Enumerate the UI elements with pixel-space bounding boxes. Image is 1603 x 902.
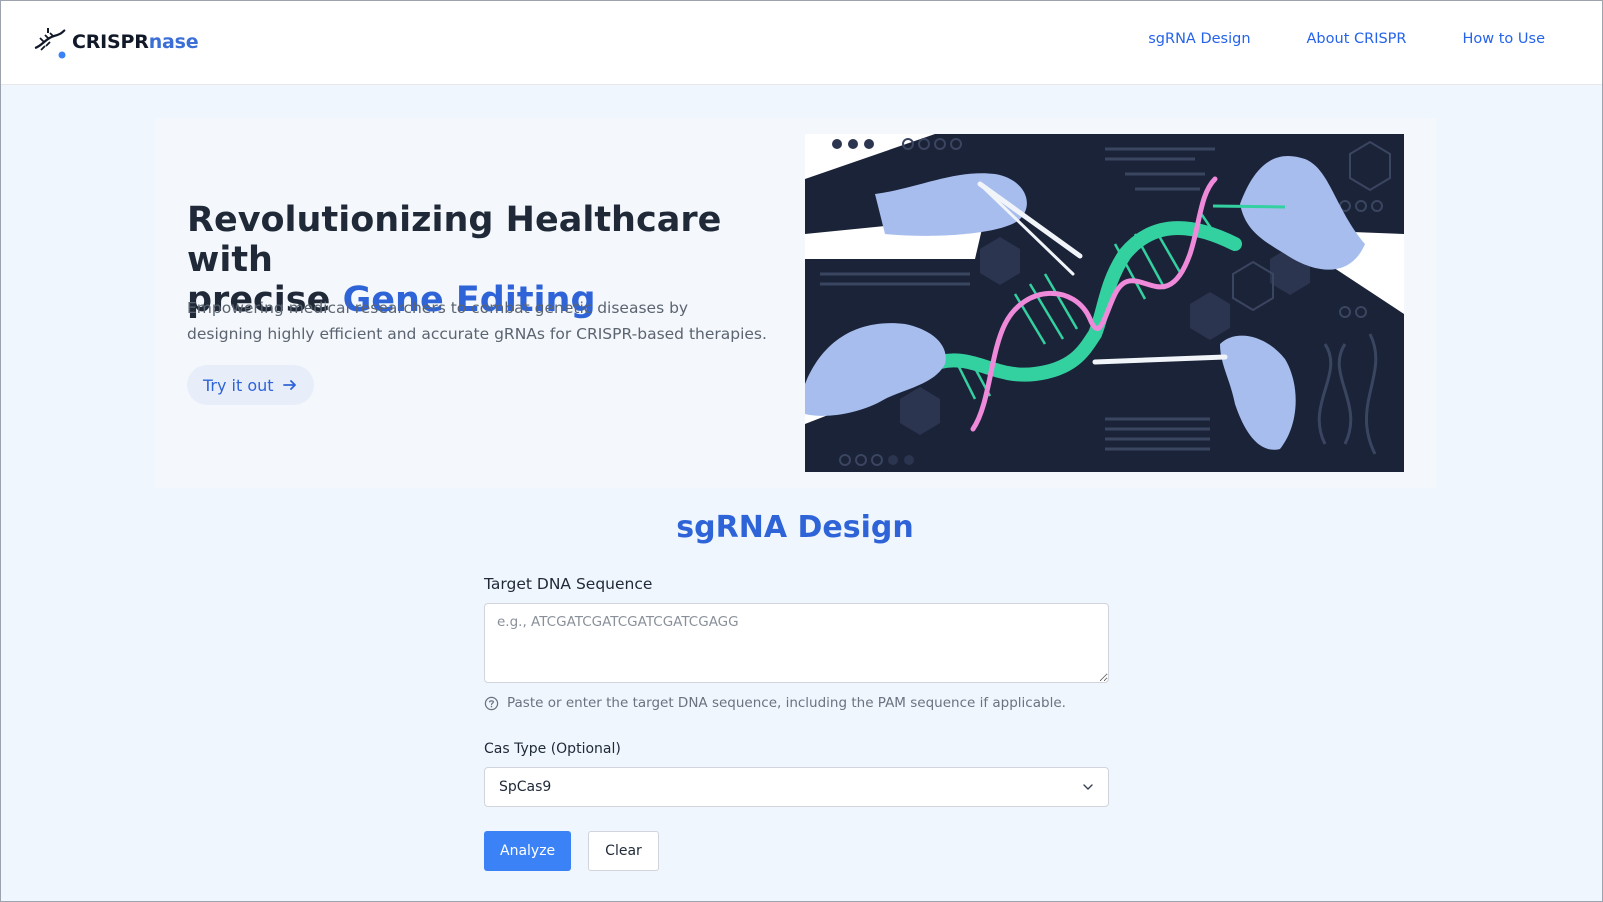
- nav-link-about-crispr[interactable]: About CRISPR: [1307, 31, 1407, 47]
- target-sequence-input[interactable]: [484, 603, 1109, 683]
- try-it-out-button[interactable]: Try it out: [187, 365, 314, 405]
- brand-logo[interactable]: CRISPRnase: [32, 24, 199, 60]
- analyze-button[interactable]: Analyze: [484, 831, 572, 871]
- top-navbar: CRISPRnase sgRNA Design About CRISPR How…: [0, 0, 1603, 85]
- chevron-down-icon: [1083, 784, 1093, 790]
- cas-type-select[interactable]: SpCas9: [484, 767, 1109, 807]
- question-circle-icon: [484, 696, 499, 710]
- hero-section: Revolutionizing Healthcare with precise …: [155, 118, 1436, 488]
- dna-logo-icon: [34, 28, 66, 59]
- brand-name: CRISPRnase: [72, 31, 199, 53]
- hero-subtitle: Empowering medical researchers to combat…: [187, 299, 767, 343]
- main-nav: sgRNA Design About CRISPR How to Use: [1148, 31, 1545, 47]
- target-sequence-label: Target DNA Sequence: [484, 575, 653, 593]
- clear-button[interactable]: Clear: [588, 831, 659, 871]
- sgrna-design-form: Target DNA Sequence Paste or enter the t…: [484, 575, 1109, 871]
- nav-link-how-to-use[interactable]: How to Use: [1463, 31, 1546, 47]
- sgrna-design-title: sgRNA Design: [676, 510, 914, 545]
- sequence-hint-text: Paste or enter the target DNA sequence, …: [507, 695, 1066, 711]
- cas-type-selected-value: SpCas9: [499, 779, 552, 795]
- form-actions: Analyze Clear: [484, 831, 1109, 871]
- gene-editing-illustration: [805, 134, 1404, 472]
- cas-type-label: Cas Type (Optional): [484, 741, 621, 757]
- arrow-right-icon: [282, 380, 296, 390]
- sequence-hint: Paste or enter the target DNA sequence, …: [484, 695, 1109, 711]
- nav-link-sgrna-design[interactable]: sgRNA Design: [1148, 31, 1250, 47]
